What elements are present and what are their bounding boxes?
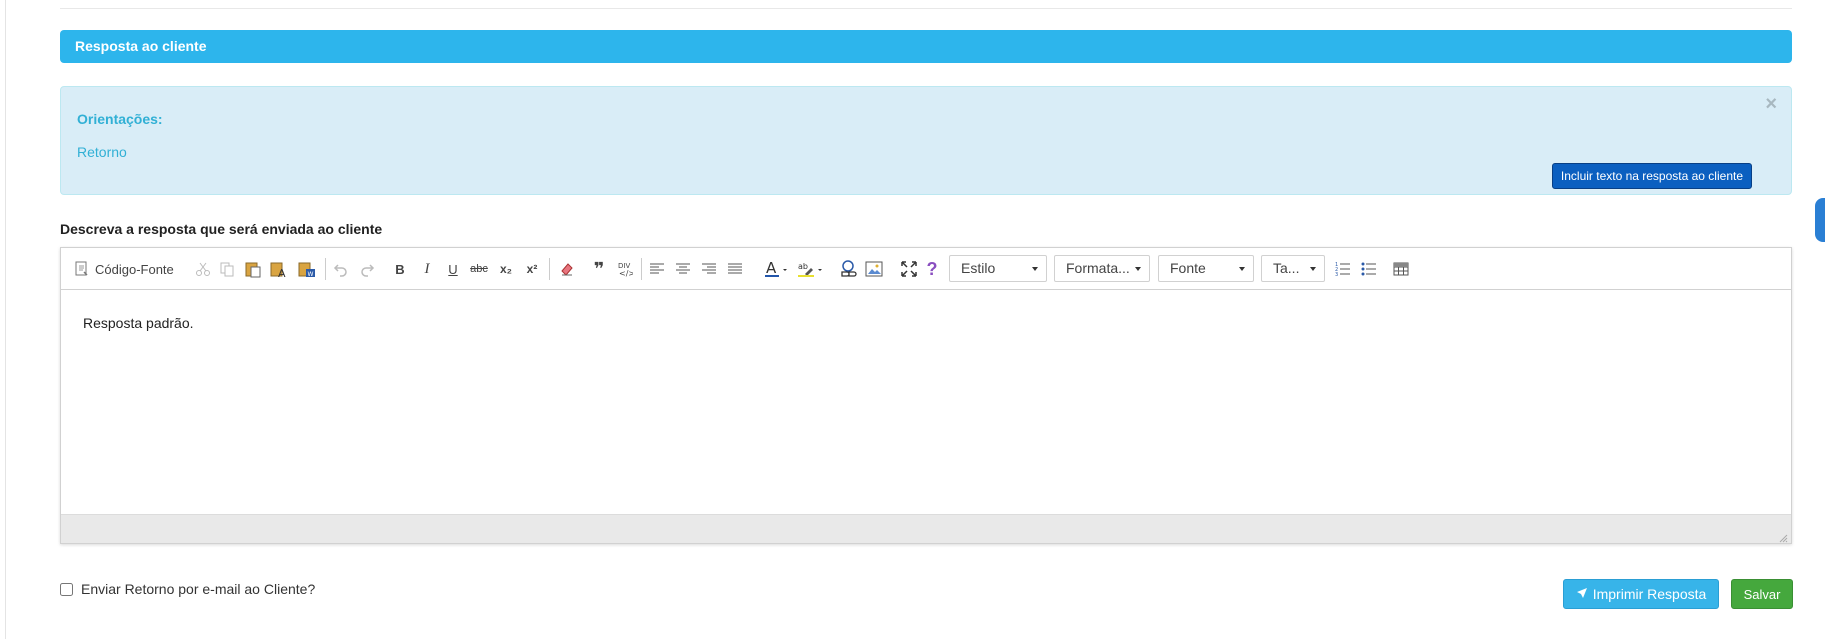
- help-button[interactable]: ?: [923, 258, 941, 280]
- div-button[interactable]: DIV </>: [615, 258, 635, 280]
- page-left-border: [0, 0, 6, 639]
- underline-button[interactable]: U: [444, 258, 462, 280]
- resize-grip-icon[interactable]: [1778, 530, 1788, 543]
- paste-text-icon: A: [270, 260, 288, 278]
- background-color-button[interactable]: ab: [797, 258, 825, 280]
- image-button[interactable]: [863, 258, 885, 280]
- maximize-button[interactable]: [899, 258, 919, 280]
- bold-button[interactable]: B: [391, 258, 409, 280]
- paste-text-button[interactable]: A: [269, 258, 289, 280]
- font-combo-value: Fonte: [1170, 260, 1206, 276]
- source-button[interactable]: Código-Fonte: [73, 258, 174, 280]
- numbered-list-button[interactable]: 123: [1333, 258, 1353, 280]
- toolbar-separator: [549, 258, 550, 280]
- size-combo[interactable]: Ta...: [1261, 255, 1325, 282]
- blockquote-button[interactable]: ❞: [589, 258, 609, 280]
- align-center-icon: [675, 262, 691, 276]
- numbered-list-icon: 123: [1335, 261, 1351, 277]
- table-button[interactable]: [1391, 258, 1411, 280]
- toolbar-separator: [641, 258, 642, 280]
- size-combo-value: Ta...: [1273, 260, 1300, 276]
- svg-text:3: 3: [1335, 272, 1338, 277]
- include-text-button[interactable]: Incluir texto na resposta ao cliente: [1551, 163, 1752, 189]
- justify-icon: [727, 262, 743, 276]
- superscript-button[interactable]: x²: [523, 258, 541, 280]
- chevron-down-icon: [1310, 267, 1316, 271]
- format-combo-value: Formata...: [1066, 260, 1130, 276]
- style-combo[interactable]: Estilo: [949, 255, 1047, 282]
- email-checkbox-row[interactable]: Enviar Retorno por e-mail ao Cliente?: [60, 581, 315, 597]
- bulleted-list-icon: [1361, 261, 1377, 277]
- link-button[interactable]: [837, 258, 859, 280]
- save-button[interactable]: Salvar: [1731, 579, 1793, 609]
- email-checkbox-label: Enviar Retorno por e-mail ao Cliente?: [81, 581, 316, 597]
- link-icon: [839, 260, 857, 278]
- section-header: Resposta ao cliente: [60, 30, 1792, 63]
- undo-button[interactable]: [331, 258, 351, 280]
- print-response-label: Imprimir Resposta: [1592, 586, 1707, 602]
- align-left-button[interactable]: [647, 258, 667, 280]
- redo-button[interactable]: [357, 258, 377, 280]
- guidance-text: Retorno: [77, 144, 127, 160]
- blockquote-icon: ❞: [593, 258, 605, 279]
- top-divider: [60, 8, 1792, 9]
- print-response-button[interactable]: Imprimir Resposta: [1563, 579, 1719, 609]
- guidance-panel: Orientações: Retorno × Incluir texto na …: [60, 86, 1792, 195]
- text-color-button[interactable]: A: [764, 258, 790, 280]
- svg-text:A: A: [278, 267, 286, 278]
- copy-button[interactable]: [217, 258, 237, 280]
- cut-button[interactable]: [193, 258, 213, 280]
- email-checkbox[interactable]: [60, 582, 73, 596]
- chevron-down-icon: [1032, 267, 1038, 271]
- paste-button[interactable]: [243, 258, 263, 280]
- rich-text-editor: Código-Fonte A W B I U abc x₂ x² ❞ DIV <…: [60, 247, 1792, 544]
- align-center-button[interactable]: [673, 258, 693, 280]
- guidance-title: Orientações:: [77, 111, 163, 127]
- div-icon: DIV </>: [617, 260, 633, 278]
- editor-content-text: Resposta padrão.: [83, 315, 194, 331]
- editor-toolbar: Código-Fonte A W B I U abc x₂ x² ❞ DIV <…: [61, 248, 1791, 290]
- redo-icon: [359, 261, 375, 277]
- remove-format-icon: [559, 261, 575, 277]
- rocket-icon: [1576, 586, 1588, 602]
- side-tab[interactable]: [1815, 198, 1825, 242]
- background-color-icon: ab: [797, 260, 825, 278]
- table-icon: [1393, 262, 1409, 276]
- align-right-icon: [701, 262, 717, 276]
- paste-word-button[interactable]: W: [297, 258, 317, 280]
- editor-label: Descreva a resposta que será enviada ao …: [60, 221, 383, 237]
- undo-icon: [333, 261, 349, 277]
- align-right-button[interactable]: [699, 258, 719, 280]
- image-icon: [865, 261, 883, 277]
- editor-status-bar: [61, 514, 1791, 543]
- chevron-down-icon: [1135, 267, 1141, 271]
- justify-button[interactable]: [725, 258, 745, 280]
- italic-button[interactable]: I: [418, 258, 436, 280]
- format-combo[interactable]: Formata...: [1054, 255, 1150, 282]
- paste-word-icon: W: [298, 260, 316, 278]
- font-combo[interactable]: Fonte: [1158, 255, 1254, 282]
- chevron-down-icon: [1239, 267, 1245, 271]
- text-color-icon: A: [764, 260, 790, 278]
- align-left-icon: [649, 262, 665, 276]
- help-icon: ?: [926, 258, 938, 279]
- remove-format-button[interactable]: [557, 258, 577, 280]
- copy-icon: [219, 261, 235, 277]
- bulleted-list-button[interactable]: [1359, 258, 1379, 280]
- svg-text:</>: </>: [619, 269, 633, 278]
- svg-text:A: A: [766, 260, 777, 277]
- cut-icon: [195, 261, 211, 277]
- svg-text:W: W: [308, 271, 314, 278]
- subscript-button[interactable]: x₂: [497, 258, 515, 280]
- close-icon[interactable]: ×: [1765, 93, 1777, 116]
- source-label: Código-Fonte: [95, 261, 174, 277]
- style-combo-value: Estilo: [961, 260, 996, 276]
- paste-icon: [245, 260, 261, 278]
- editor-content[interactable]: Resposta padrão.: [61, 290, 1791, 515]
- source-icon: [73, 260, 91, 278]
- svg-text:ab: ab: [798, 262, 808, 271]
- strike-button[interactable]: abc: [467, 258, 491, 280]
- maximize-icon: [901, 261, 917, 277]
- toolbar-separator: [325, 258, 326, 280]
